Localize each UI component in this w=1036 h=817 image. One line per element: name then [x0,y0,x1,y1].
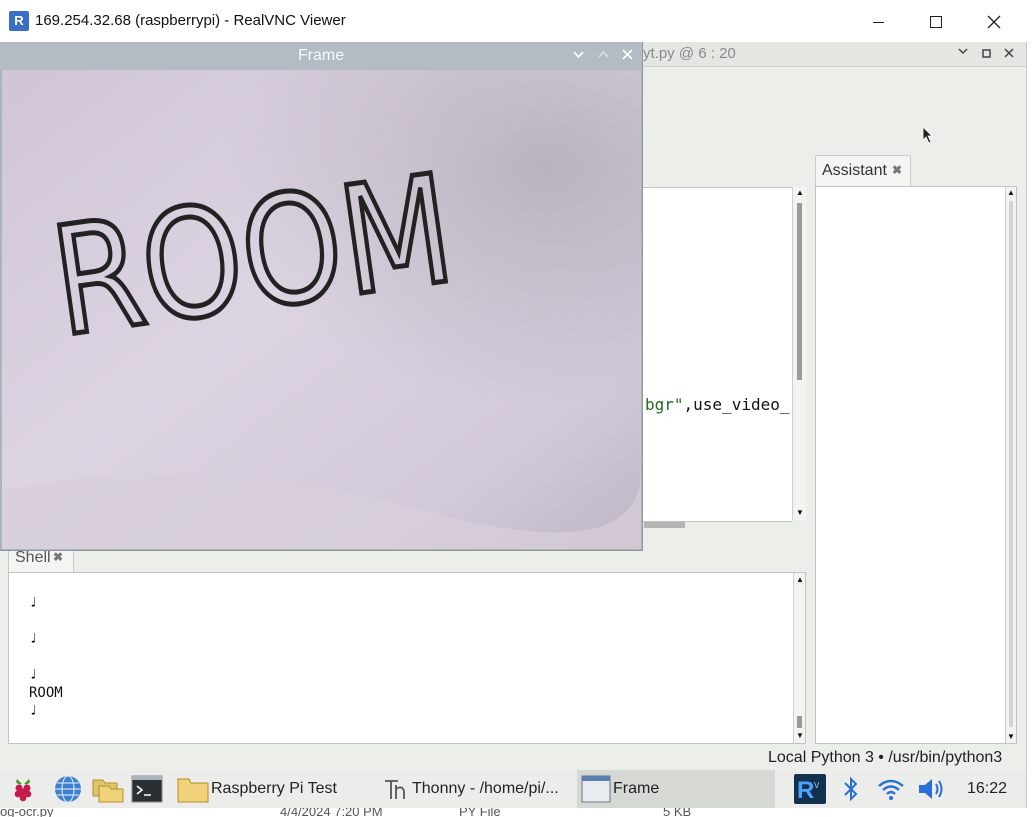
taskbar-folder-window[interactable]: Raspberry Pi Test [174,770,370,808]
interpreter-status[interactable]: Local Python 3 • /usr/bin/python3 [768,749,1002,767]
close-tab-icon[interactable]: ✖ [892,163,902,177]
volume-icon [919,779,943,799]
code-text: ,use_video_ [683,395,790,414]
scrollbar-thumb[interactable] [1009,201,1013,727]
realvnc-logo-icon: R [9,11,29,31]
shell-output-line: ♩ [29,595,38,611]
terminal-launcher[interactable] [130,770,166,808]
taskbar-frame-label: Frame [613,780,660,797]
taskbar-frame-window[interactable]: Frame [577,770,775,808]
chevron-down-icon[interactable] [573,48,584,63]
file-size: 5 KB [663,808,692,817]
file-date: 4/4/2024 7:20 PM [280,808,383,817]
shell-scrollbar[interactable]: ▲ ▼ [793,573,805,743]
globe-icon [55,775,81,803]
editor-horizontal-scrollbar-thumb[interactable] [644,522,685,528]
taskbar-thonny-label: Thonny - /home/pi/... [412,780,559,797]
editor-tab[interactable]: yt.py @ 6 : 20 [643,45,736,62]
close-icon[interactable] [622,48,633,63]
vnc-server-tray[interactable]: R V [792,770,828,808]
shell-output-line: ♩ [29,667,38,683]
svg-text:R: R [797,777,814,804]
window-title: 169.254.32.68 (raspberrypi) - RealVNC Vi… [35,12,346,29]
shell-output-line: ♩ [29,631,38,647]
assistant-scrollbar[interactable]: ▲ ▼ [1005,187,1016,743]
editor-vertical-scrollbar[interactable]: ▲ ▼ [792,187,806,520]
scroll-down-arrow-icon[interactable]: ▼ [1007,733,1015,741]
terminal-icon [131,775,163,803]
scroll-down-arrow-icon[interactable]: ▼ [796,509,804,517]
code-line: bgr",use_video_ [645,395,790,414]
assistant-tab-label: Assistant [822,162,887,179]
volume-tray[interactable] [914,770,948,808]
frame-title: Frame [297,47,345,64]
shell-tab-label: Shell [15,549,51,566]
raspberry-icon [14,779,32,802]
remote-desktop: yt.py @ 6 : 20 bgr",use_video_ ▲ ▼ Assis… [0,42,1026,808]
wifi-tray[interactable] [874,770,908,808]
folders-icon [92,779,124,803]
frame-window: Frame ROOM [0,42,642,550]
restore-pane-icon[interactable] [982,47,991,61]
scroll-up-arrow-icon[interactable]: ▲ [1007,189,1015,197]
minimize-button[interactable] [849,0,907,42]
taskbar-thonny-window[interactable]: Thonny - /home/pi/... [378,770,573,808]
tab-assistant[interactable]: Assistant ✖ [815,155,911,186]
scroll-down-arrow-icon[interactable]: ▼ [796,732,804,740]
wifi-icon [878,779,904,800]
bluetooth-icon [844,776,858,802]
maximize-button[interactable] [907,0,965,42]
bluetooth-tray[interactable] [838,770,864,808]
chevron-up-icon[interactable] [598,48,609,63]
thonny-icon [385,780,405,799]
close-tab-icon[interactable]: ✖ [53,550,63,564]
window-icon [581,775,611,803]
scrollbar-thumb[interactable] [797,203,802,380]
browser-launcher[interactable] [50,770,86,808]
file-manager-launcher[interactable] [90,770,126,808]
minimize-icon [872,21,884,23]
shell-pane[interactable]: ♩ ♩ ♩ ROOM ♩ ▲ ▼ [8,572,806,744]
close-button[interactable] [965,0,1023,42]
vnc-icon: R V [794,774,826,804]
underlying-file-list: og-ocr.py 4/4/2024 7:20 PM PY File 5 KB [0,808,1036,817]
string-literal: bgr" [645,395,684,414]
frame-titlebar[interactable]: Frame [0,42,642,70]
window-edge [1026,42,1036,808]
maximize-icon [930,16,942,29]
scroll-up-arrow-icon[interactable]: ▲ [796,576,804,584]
assistant-pane: ▲ ▼ [815,186,1017,744]
chevron-down-icon[interactable] [958,45,968,59]
code-editor[interactable]: bgr",use_video_ [640,187,793,522]
file-name: og-ocr.py [0,808,54,817]
camera-frame-image: ROOM [2,70,641,549]
scroll-up-arrow-icon[interactable]: ▲ [796,189,804,197]
shell-output-line: ROOM [29,685,63,701]
file-type: PY File [459,808,501,817]
scrollbar-thumb[interactable] [797,716,802,728]
raspberry-menu-button[interactable] [4,770,42,808]
folder-icon [177,778,209,803]
clock[interactable]: 16:22 [967,780,1007,798]
taskbar-folder-label: Raspberry Pi Test [211,780,337,797]
vnc-titlebar: R 169.254.32.68 (raspberrypi) - RealVNC … [0,0,1036,42]
taskbar: Raspberry Pi Test Thonny - /home/pi/... … [0,770,1026,808]
svg-text:V: V [814,781,820,790]
close-icon [987,15,1001,29]
close-pane-icon[interactable] [1004,47,1014,61]
mouse-pointer-icon [922,126,933,144]
shell-output-line: ♩ [29,703,38,719]
